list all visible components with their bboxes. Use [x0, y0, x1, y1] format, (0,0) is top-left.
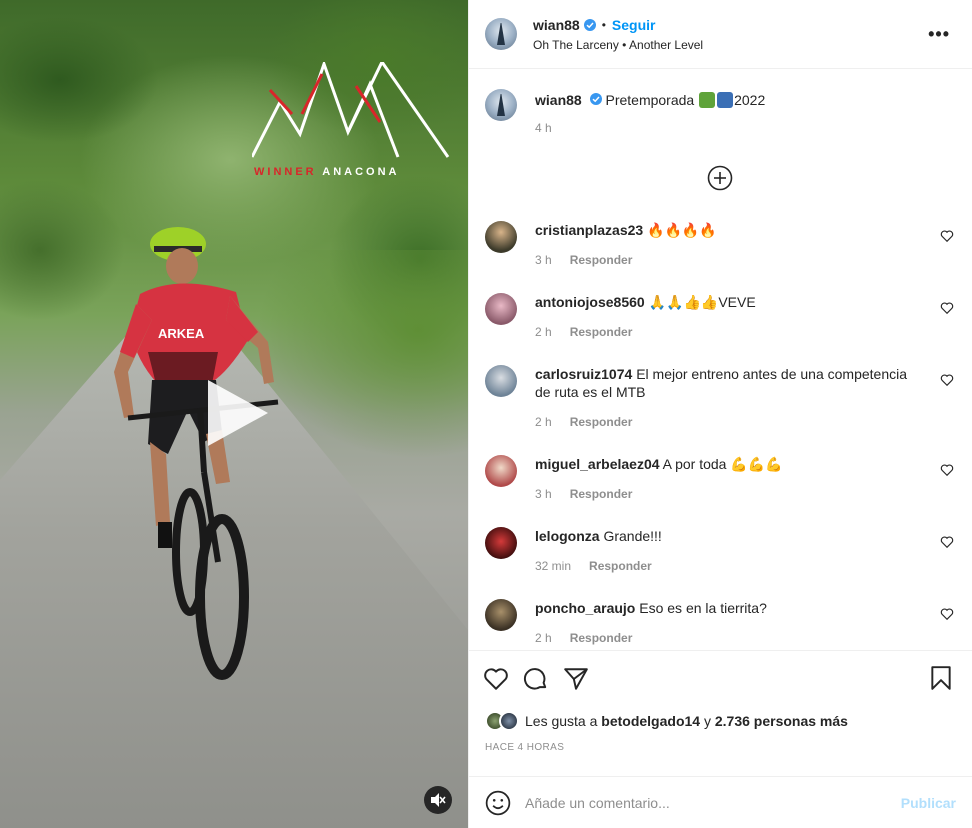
soon-arrow-emoji-icon [717, 92, 734, 108]
commenter-avatar[interactable] [485, 455, 517, 487]
likes-summary: Les gusta a betodelgado14 y 2.736 person… [469, 706, 972, 736]
comment-time[interactable]: 32 min [535, 559, 571, 573]
comment-text: 🙏🙏👍👍VEVE [648, 294, 756, 310]
post-timestamp[interactable]: HACE 4 HORAS [469, 736, 972, 762]
post-header: wian88 • Seguir Oh The Larceny • Another… [469, 0, 972, 69]
post-action-bar [469, 650, 972, 706]
like-comment-heart-icon[interactable] [940, 301, 954, 315]
like-comment-heart-icon[interactable] [940, 535, 954, 549]
comment-time[interactable]: 3 h [535, 253, 552, 267]
reply-button[interactable]: Responder [570, 325, 633, 339]
liker-username[interactable]: betodelgado14 [601, 713, 700, 729]
comment-time[interactable]: 2 h [535, 415, 552, 429]
emoji-smiley-icon[interactable] [485, 790, 511, 816]
commenter-avatar[interactable] [485, 527, 517, 559]
add-comment-bar: Añade un comentario... Publicar [469, 776, 972, 828]
comment-item: carlosruiz1074 El mejor entreno antes de… [485, 365, 956, 429]
comment-username[interactable]: carlosruiz1074 [535, 366, 632, 382]
liker-avatar[interactable] [499, 711, 519, 731]
comment-text: 🔥🔥🔥🔥 [647, 222, 717, 238]
post-dialog: WINNER ANACONA ARKEA wian88 • Seguir Oh … [0, 0, 972, 828]
commenter-avatar[interactable] [485, 599, 517, 631]
comment-username[interactable]: lelogonza [535, 528, 600, 544]
jersey-logo: ARKEA [158, 326, 205, 341]
comment-text: A por toda 💪💪💪 [662, 456, 783, 472]
comment-username[interactable]: cristianplazas23 [535, 222, 643, 238]
mute-button[interactable] [424, 786, 452, 814]
logo-word-winner: WINNER [254, 166, 317, 178]
caption-text: Pretemporada [605, 92, 695, 108]
post-video[interactable]: WINNER ANACONA ARKEA [0, 0, 468, 828]
comment-time[interactable]: 3 h [535, 487, 552, 501]
logo-wordmark: WINNER ANACONA [254, 166, 454, 178]
follow-button[interactable]: Seguir [612, 17, 656, 33]
play-icon[interactable] [202, 378, 272, 448]
header-separator: • [601, 17, 606, 32]
reply-button[interactable]: Responder [570, 631, 633, 645]
audio-track[interactable]: Oh The Larceny • Another Level [533, 38, 703, 52]
speaker-muted-icon [431, 793, 446, 807]
comment-item: miguel_arbelaez04 A por toda 💪💪💪 3 h Resp… [485, 455, 956, 501]
caption-avatar[interactable] [485, 89, 517, 121]
likes-prefix: Les gusta a [525, 713, 598, 729]
caption-year: 2022 [734, 92, 766, 108]
winner-anacona-logo [252, 62, 450, 158]
like-comment-heart-icon[interactable] [940, 463, 954, 477]
reply-button[interactable]: Responder [570, 253, 633, 267]
biker-emoji-icon [699, 92, 716, 108]
comment-username[interactable]: miguel_arbelaez04 [535, 456, 660, 472]
like-comment-heart-icon[interactable] [940, 607, 954, 621]
comments-list: wian88 Pretemporada 2022 4 h cristianpla… [469, 69, 972, 650]
post-caption: wian88 Pretemporada 2022 4 h [485, 89, 956, 135]
commenter-avatar[interactable] [485, 293, 517, 325]
comment-bubble-icon[interactable] [523, 666, 549, 692]
comment-time[interactable]: 2 h [535, 631, 552, 645]
author-username[interactable]: wian88 [533, 17, 580, 33]
reply-button[interactable]: Responder [589, 559, 652, 573]
likes-count[interactable]: 2.736 personas más [715, 713, 848, 729]
comment-time[interactable]: 2 h [535, 325, 552, 339]
post-details-panel: wian88 • Seguir Oh The Larceny • Another… [468, 0, 972, 828]
verified-badge-icon [583, 18, 596, 31]
like-heart-icon[interactable] [483, 666, 509, 692]
comment-username[interactable]: antoniojose8560 [535, 294, 645, 310]
comment-item: cristianplazas23 🔥🔥🔥🔥 3 h Responder [485, 221, 956, 267]
author-avatar[interactable] [485, 18, 517, 50]
comment-text: Grande!!! [603, 528, 662, 544]
like-comment-heart-icon[interactable] [940, 229, 954, 243]
comment-item: lelogonza Grande!!! 32 min Responder [485, 527, 956, 573]
reply-button[interactable]: Responder [570, 487, 633, 501]
comment-input[interactable]: Añade un comentario... [525, 795, 901, 811]
commenter-avatar[interactable] [485, 365, 517, 397]
likes-middle: y [703, 713, 711, 729]
logo-word-anacona: ANACONA [322, 166, 400, 178]
comment-username[interactable]: poncho_araujo [535, 600, 635, 616]
reply-button[interactable]: Responder [570, 415, 633, 429]
share-paper-plane-icon[interactable] [563, 666, 589, 692]
save-bookmark-icon[interactable] [928, 665, 954, 691]
caption-username[interactable]: wian88 [535, 92, 582, 108]
publish-button[interactable]: Publicar [901, 795, 956, 811]
load-more-comments-icon[interactable] [707, 165, 733, 191]
commenter-avatar[interactable] [485, 221, 517, 253]
caption-time[interactable]: 4 h [535, 121, 765, 135]
cyclist-figure: ARKEA [114, 227, 279, 680]
comment-item: poncho_araujo Eso es en la tierrita? 2 h… [485, 599, 956, 645]
more-options-button[interactable]: ••• [928, 24, 950, 45]
comment-item: antoniojose8560 🙏🙏👍👍VEVE 2 h Responder [485, 293, 956, 339]
verified-badge-icon [589, 93, 602, 105]
like-comment-heart-icon[interactable] [940, 373, 954, 387]
comment-text: Eso es en la tierrita? [639, 600, 767, 616]
